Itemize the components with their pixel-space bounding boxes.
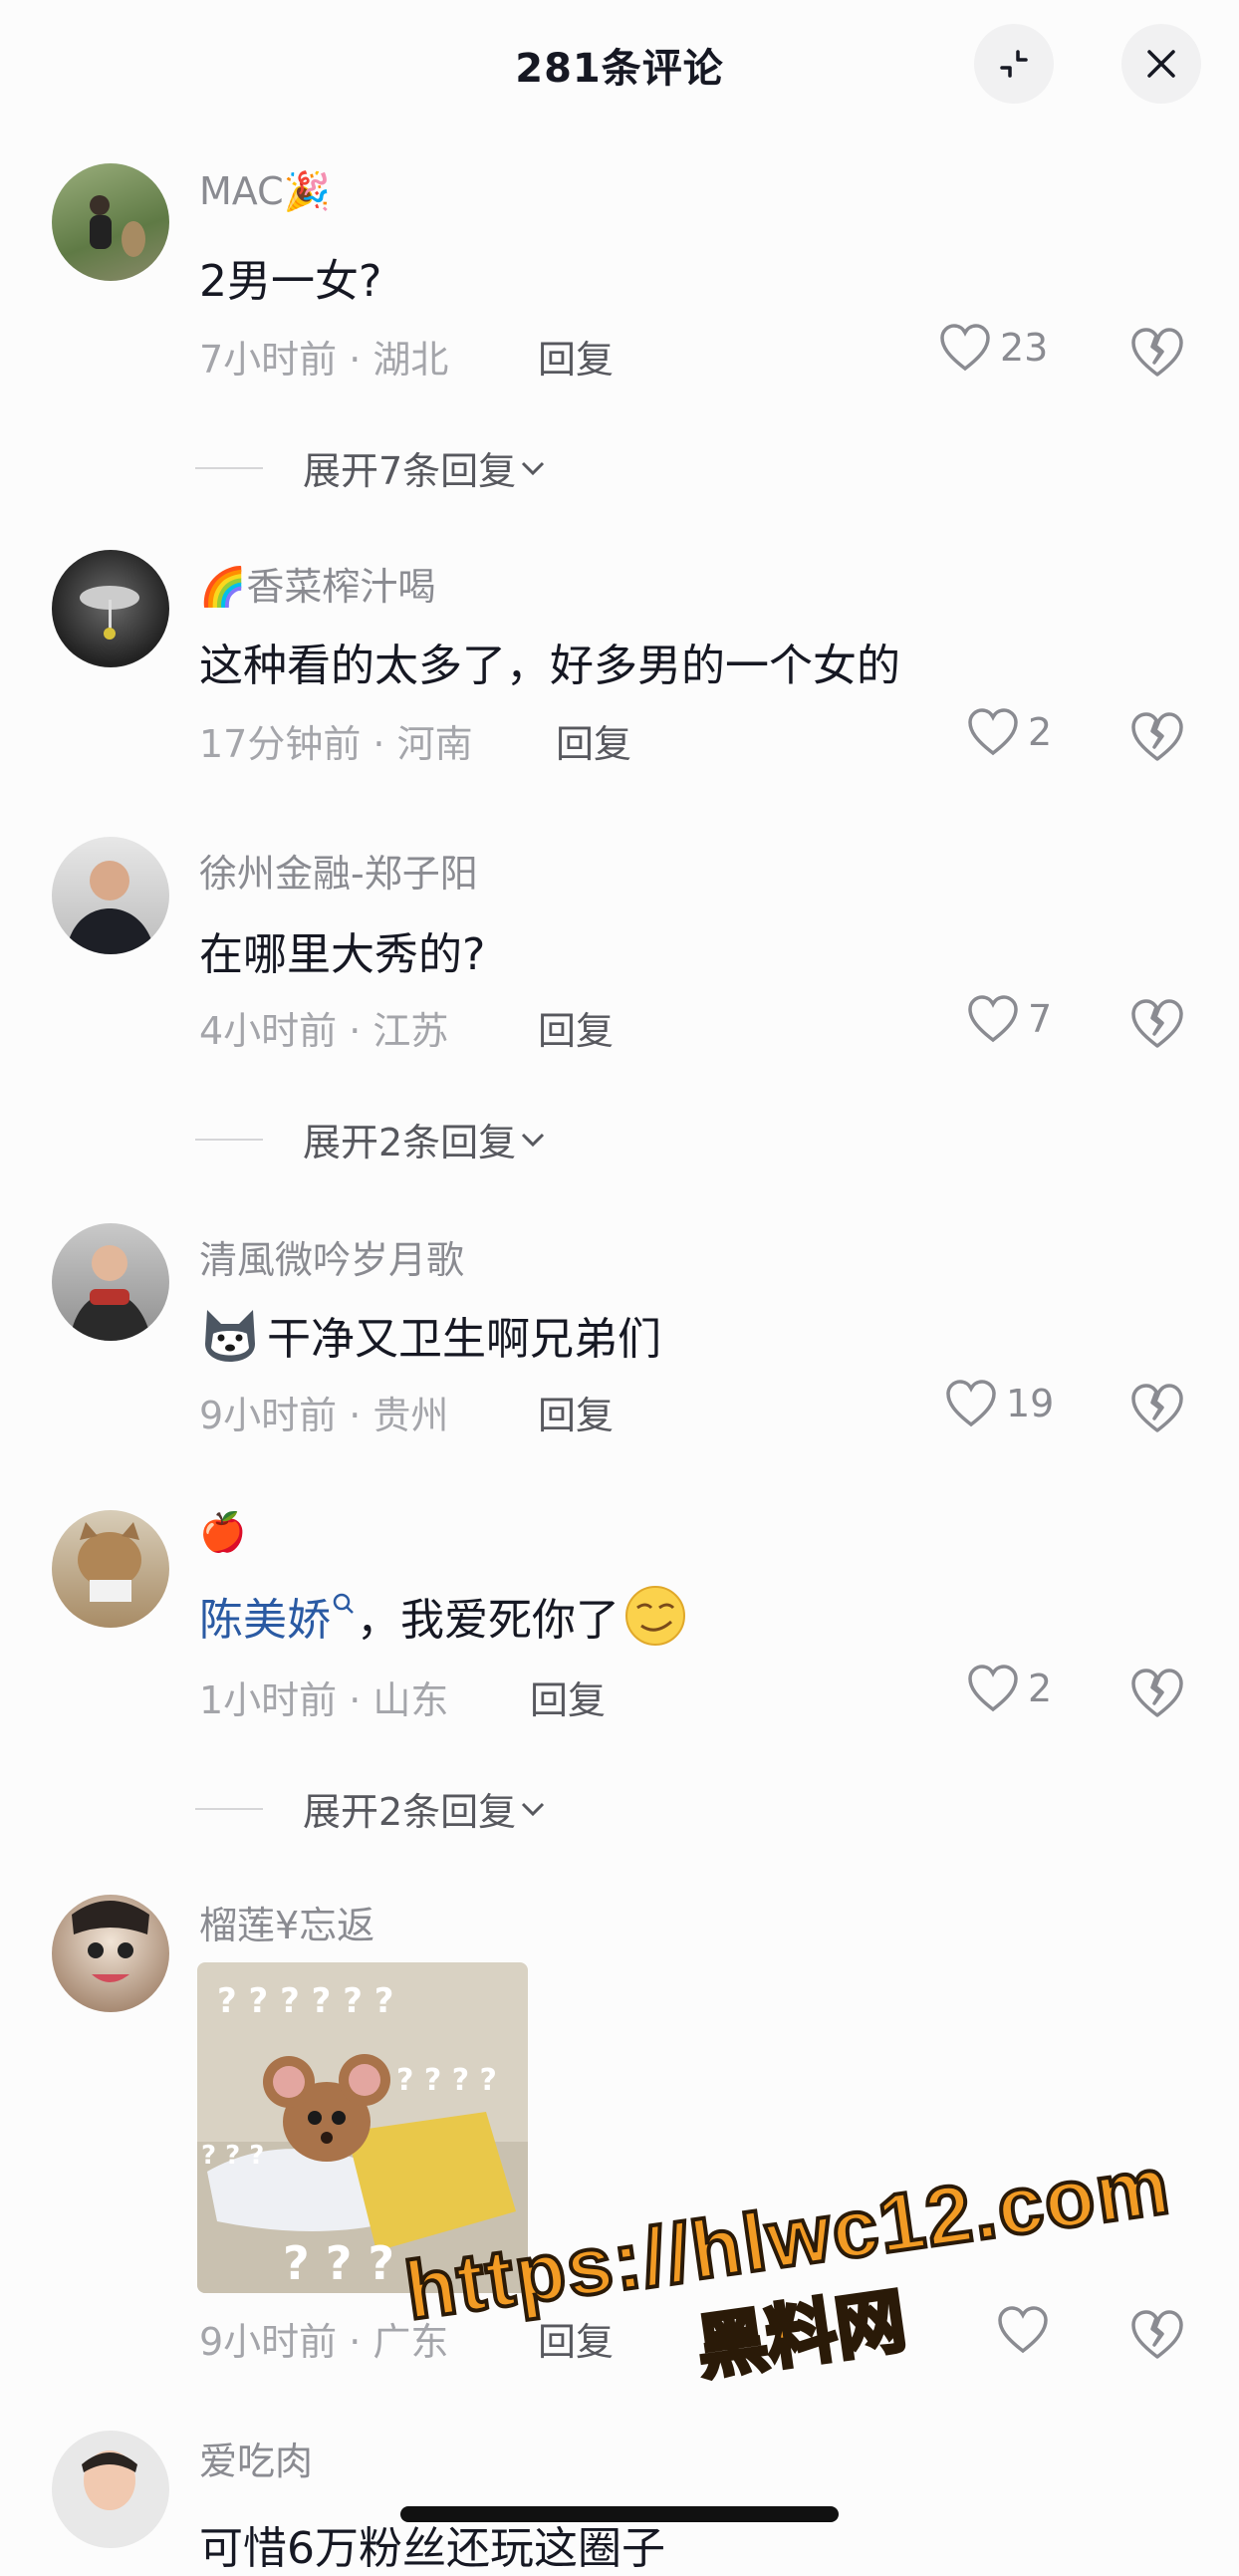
avatar[interactable] (52, 837, 169, 954)
comment-text: 干净又卫生啊兄弟们 (199, 1303, 661, 1367)
like-button[interactable]: 7 (966, 994, 1052, 1044)
collapse-button[interactable] (974, 24, 1054, 104)
close-icon (1147, 50, 1175, 78)
comment-username[interactable]: 🌈香菜榨汁喝 (199, 556, 435, 611)
like-button[interactable]: 2 (966, 707, 1052, 757)
like-button[interactable]: 23 (938, 323, 1048, 373)
comments-header: 281条评论 (0, 0, 1239, 129)
broken-heart-icon[interactable] (1129, 1666, 1185, 1721)
comment-text: 陈美娇 ，我爱死你了 (199, 1584, 687, 1648)
reply-button[interactable]: 回复 (538, 329, 614, 384)
avatar[interactable] (52, 163, 169, 281)
like-count: 2 (1028, 1667, 1053, 1710)
expand-replies-button[interactable]: 展开2条回复 (195, 1112, 550, 1166)
comment-username[interactable]: 爱吃肉 (199, 2431, 313, 2485)
comment-username[interactable]: MAC🎉 (199, 169, 331, 214)
comment-time-location: 4小时前 · 江苏 (199, 1009, 449, 1053)
comment-text-body: 干净又卫生啊兄弟们 (267, 1314, 661, 1365)
heart-icon (968, 1665, 1018, 1712)
reply-button[interactable]: 回复 (556, 713, 631, 768)
expand-replies-label: 展开7条回复 (303, 449, 517, 493)
like-count: 7 (1028, 997, 1053, 1041)
expand-replies-label: 展开2条回复 (303, 1121, 517, 1164)
comment-time-location: 1小时前 · 山东 (199, 1678, 449, 1722)
avatar[interactable] (52, 2431, 169, 2548)
husky-emoji-icon (205, 1310, 255, 1362)
expand-replies-button[interactable]: 展开7条回复 (195, 440, 550, 495)
comment-username[interactable]: 徐州金融-郑子阳 (199, 843, 478, 898)
avatar[interactable] (52, 1510, 169, 1628)
reply-button[interactable]: 回复 (538, 1000, 614, 1055)
broken-heart-icon[interactable] (1129, 709, 1185, 765)
broken-heart-icon[interactable] (1129, 325, 1185, 381)
collapse-icon (1000, 50, 1028, 78)
sticker-question-marks: ? ? ? (201, 2141, 264, 2171)
heart-icon (968, 708, 1018, 756)
broken-heart-icon[interactable] (1129, 996, 1185, 1052)
chevron-down-icon (522, 1802, 545, 1816)
reply-button[interactable]: 回复 (530, 1670, 606, 1724)
comment-username[interactable]: 清風微吟岁月歌 (199, 1229, 464, 1284)
avatar[interactable] (52, 1895, 169, 2012)
like-count: 19 (1006, 1382, 1055, 1425)
sticker-question-marks: ? ? ? ? ? ? (217, 1981, 394, 2021)
heart-icon (940, 324, 990, 372)
broken-heart-icon[interactable] (1129, 1381, 1185, 1436)
comment-text: 在哪里大秀的? (199, 929, 486, 980)
comment-text: 这种看的太多了，好多男的一个女的 (199, 641, 900, 691)
avatar[interactable] (52, 550, 169, 667)
expand-replies-button[interactable]: 展开2条回复 (195, 1781, 550, 1836)
chevron-down-icon (522, 461, 545, 475)
avatar[interactable] (52, 1223, 169, 1341)
like-button[interactable]: 2 (966, 1664, 1052, 1713)
divider (195, 1138, 263, 1141)
reply-button[interactable]: 回复 (538, 1385, 614, 1439)
sticker-question-marks: ? ? ? ? (396, 2063, 497, 2098)
chevron-down-icon (522, 1133, 545, 1147)
comment-time-location: 17分钟前 · 河南 (199, 722, 473, 766)
divider (195, 466, 263, 469)
comment-time-location: 9小时前 · 贵州 (199, 1394, 449, 1437)
heart-icon (946, 1380, 996, 1427)
like-count: 2 (1028, 710, 1053, 754)
comment-text-body: ，我爱死你了 (357, 1595, 620, 1646)
comment-username[interactable]: 🍎 (199, 1510, 246, 1555)
comment-text: 2男一女? (199, 256, 382, 307)
mentioned-user-link[interactable]: 陈美娇 (199, 1584, 331, 1648)
comment-time-location: 7小时前 · 湖北 (199, 338, 449, 382)
search-icon (333, 1593, 354, 1614)
sticker-question-marks: ? ? ? (283, 2236, 394, 2290)
comment-username[interactable]: 榴莲¥忘返 (199, 1895, 374, 1949)
expand-replies-label: 展开2条回复 (303, 1790, 517, 1834)
close-button[interactable] (1121, 24, 1201, 104)
divider (195, 1807, 263, 1810)
smirk-emoji-icon (625, 1586, 685, 1646)
heart-icon (968, 995, 1018, 1043)
home-indicator[interactable] (400, 2506, 839, 2522)
like-count: 23 (1000, 326, 1049, 370)
like-button[interactable]: 19 (944, 1379, 1054, 1428)
